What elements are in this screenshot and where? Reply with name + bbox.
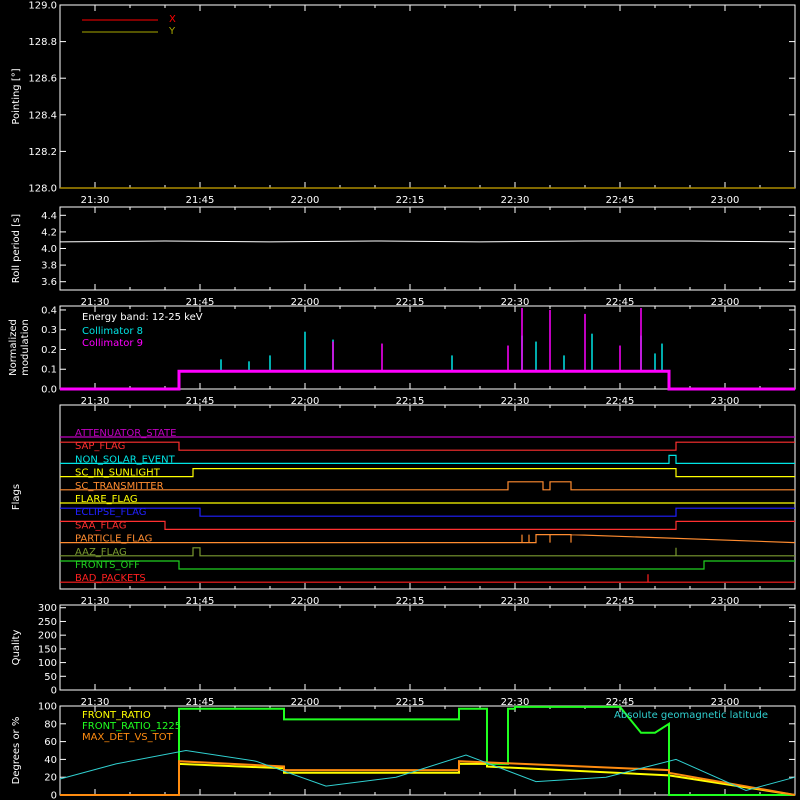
modulation-ytick-label: 0.0: [41, 385, 57, 396]
modulation-ylabel: modulation: [20, 319, 31, 376]
pointing-ytick-label: 128.8: [28, 37, 57, 48]
flag-label: NON_SOLAR_EVENT: [75, 454, 176, 465]
flag-line-particle-flag: [60, 533, 796, 544]
ratios-ytick-label: 100: [38, 702, 57, 713]
modulation-ytick-label: 0.4: [41, 305, 57, 316]
pointing-ytick-label: 128.4: [28, 110, 57, 121]
pointing-xtick-label: 22:30: [501, 195, 530, 206]
roll-ytick-label: 4.2: [41, 227, 57, 238]
flag-label: FLARE_FLAG: [75, 494, 138, 505]
modulation-series-1: [60, 370, 795, 390]
flag-line-eclipse-flag: [60, 507, 795, 517]
modulation-legend-label: Collimator 9: [82, 338, 143, 349]
ratios-annotation-geomagnetic: Absolute geomagnetic latitude: [614, 710, 768, 721]
flag-label: FRONTS_OFF: [75, 560, 140, 571]
roll-frame: [59, 206, 796, 291]
flag-label: ATTENUATOR_STATE: [75, 428, 176, 439]
pointing-legend-label: X: [169, 14, 176, 25]
flag-line-sc-in-sunlight: [60, 468, 795, 478]
flag-label: SAP_FLAG: [75, 441, 125, 452]
modulation-series-2: [60, 369, 795, 391]
ratios-series-front-ratio: [60, 762, 796, 796]
pointing-xtick-label: 23:00: [711, 195, 740, 206]
modulation-ytick-label: 0.3: [41, 325, 57, 336]
flag-label: ECLIPSE_FLAG: [75, 507, 146, 518]
pointing-ytick-label: 128.0: [28, 184, 57, 195]
modulation-energy-band-label: Energy band: 12-25 keV: [82, 312, 203, 323]
ratios-legend-label: MAX_DET_VS_TOT: [82, 732, 174, 743]
modulation-ylabel: Normalized: [8, 319, 19, 376]
flag-label: SC_IN_SUNLIGHT: [75, 468, 161, 479]
quality-frame: [59, 604, 796, 691]
quality-ytick-label: 0: [51, 686, 57, 697]
flag-label: PARTICLE_FLAG: [75, 534, 152, 545]
roll-ytick-label: 4.0: [41, 244, 57, 255]
quality-ytick-label: 50: [44, 672, 57, 683]
pointing-ylabel: Pointing [°]: [11, 68, 22, 124]
ratios-ytick-label: 80: [44, 719, 57, 730]
flag-line-fronts-off: [60, 560, 795, 570]
flags-ylabel: Flags: [11, 484, 22, 510]
rhessi-quicklook-chart: 21:30 21:45 22:00 22:15 22:30 22:45 23:00 128.0…: [8, 1, 796, 800]
flag-line-aaz-flag: [60, 547, 795, 557]
flag-line-sap-flag: [60, 441, 795, 451]
quality-ytick-label: 150: [38, 644, 57, 655]
flag-label: AAZ_FLAG: [75, 547, 127, 558]
ratios-legend-label: FRONT_RATIO_1225: [82, 721, 181, 732]
flag-line-saa-flag: [60, 520, 795, 531]
pointing-xtick-label: 22:45: [606, 195, 635, 206]
pointing-ytick-label: 128.2: [28, 147, 57, 158]
ratios-ytick-label: 0: [51, 791, 57, 800]
ratios-ylabel: Degrees or %: [11, 717, 22, 785]
pointing-ytick-label: 129.0: [28, 1, 57, 12]
modulation-ytick-label: 0.1: [41, 365, 57, 376]
flag-label: SC_TRANSMITTER: [75, 481, 164, 492]
ratios-legend-label: FRONT_RATIO: [82, 710, 151, 721]
modulation-legend-label: Collimator 8: [82, 326, 143, 337]
pointing-legend-label: Y: [168, 26, 176, 37]
ratios-ytick-label: 40: [44, 755, 57, 766]
ratios-ytick-label: 60: [44, 737, 57, 748]
roll-ylabel: Roll period [s]: [11, 214, 22, 283]
flag-line-sc-transmitter: [60, 481, 795, 491]
roll-period-series: [59, 240, 796, 243]
flag-label: SAA_FLAG: [75, 520, 126, 531]
pointing-ytick-label: 128.6: [28, 74, 57, 85]
roll-ytick-label: 4.4: [41, 211, 57, 222]
quality-ytick-label: 300: [38, 603, 57, 614]
quality-ylabel: Quality: [11, 630, 22, 666]
quality-ytick-label: 200: [38, 631, 57, 642]
quality-ytick-label: 100: [38, 658, 57, 669]
modulation-ytick-label: 0.2: [41, 345, 57, 356]
pointing-xtick-label: 22:15: [396, 195, 425, 206]
flag-line-bad-packets: [60, 574, 795, 583]
roll-ytick-label: 3.8: [41, 261, 57, 272]
flag-label: BAD_PACKETS: [75, 573, 146, 584]
pointing-xtick-label: 21:45: [186, 195, 215, 206]
quality-ytick-label: 250: [38, 617, 57, 628]
ratios-ytick-label: 20: [44, 773, 57, 784]
pointing-xtick-label: 22:00: [291, 195, 320, 206]
pointing-xtick-label: 21:30: [81, 195, 110, 206]
roll-ytick-label: 3.6: [41, 277, 57, 288]
